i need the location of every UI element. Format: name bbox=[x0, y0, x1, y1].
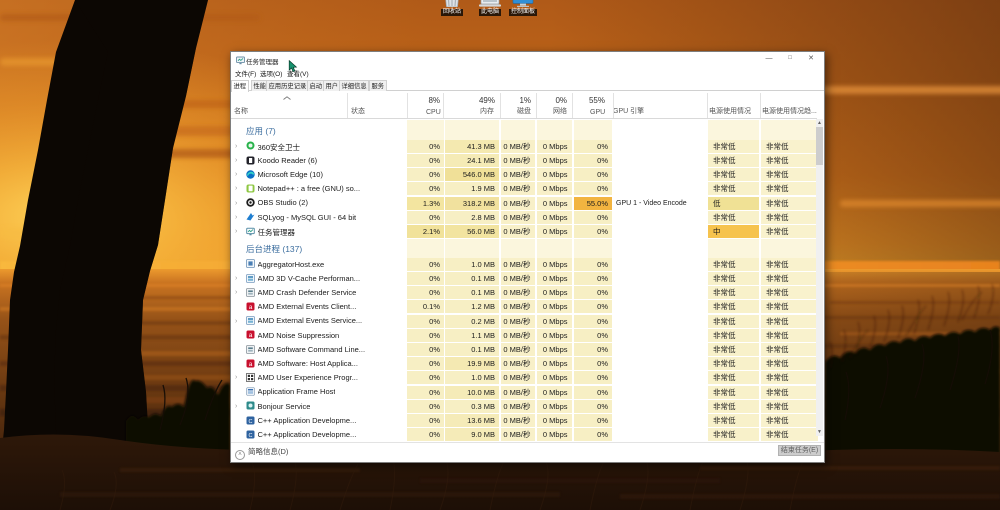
svg-text:a: a bbox=[249, 361, 253, 368]
svg-text:C: C bbox=[249, 433, 253, 439]
svg-text:C: C bbox=[249, 418, 253, 424]
svg-text:a: a bbox=[249, 304, 253, 311]
svg-text:a: a bbox=[249, 332, 253, 339]
